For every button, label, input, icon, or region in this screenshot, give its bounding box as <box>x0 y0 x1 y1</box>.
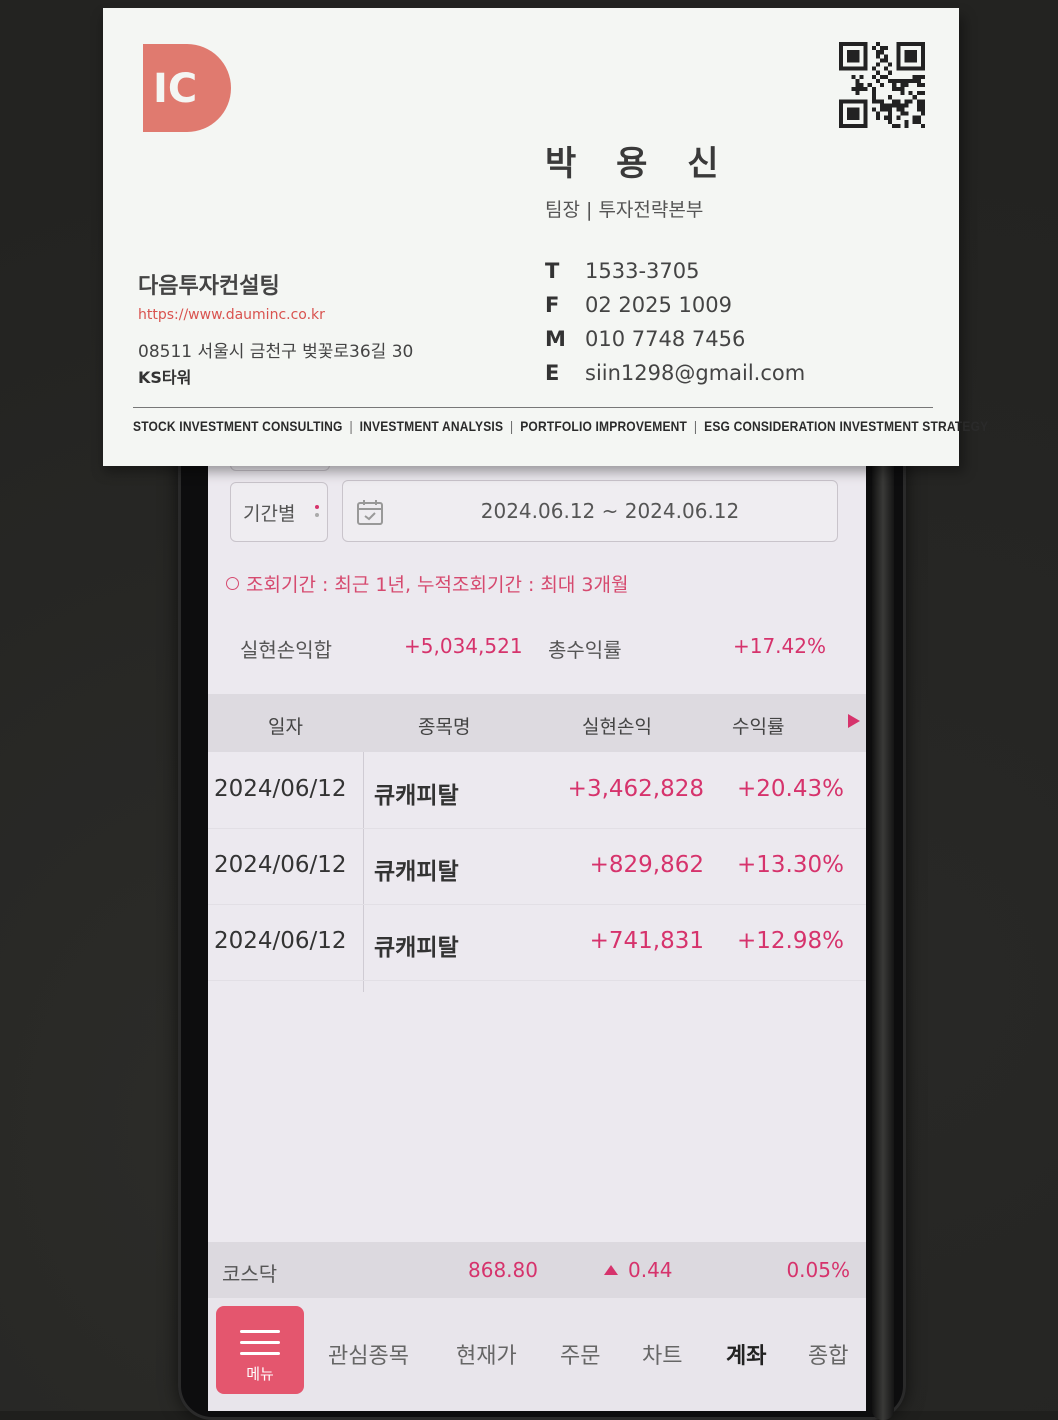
period-select-label: 기간별 <box>243 502 296 525</box>
date-range-text: 2024.06.12 ~ 2024.06.12 <box>480 499 740 523</box>
menu-label: 메뉴 <box>246 1365 274 1383</box>
info-icon <box>226 577 239 590</box>
up-triangle-icon <box>604 1265 618 1275</box>
company-name: 다음투자컨설팅 <box>138 274 280 299</box>
contact-value: 010 7748 7456 <box>585 327 746 351</box>
index-change-pct: 0.05% <box>786 1258 850 1282</box>
tagline-separator: | <box>349 418 353 434</box>
phone-side-edge <box>872 440 894 1420</box>
table-header: 일자 종목명 실현손익 수익률 <box>208 694 866 752</box>
contact-fax: F 02 2025 1009 <box>545 288 805 322</box>
bottom-nav: 메뉴 관심종목 현재가 주문 차트 계좌 종합 <box>208 1298 866 1411</box>
row-date: 2024/06/12 <box>214 852 347 878</box>
header-date: 일자 <box>268 716 303 738</box>
table-row[interactable]: 2024/06/12 큐캐피탈 +3,462,828 +20.43% <box>208 752 866 829</box>
contact-value: 1533-3705 <box>585 259 700 283</box>
tagline-item: STOCK INVESTMENT CONSULTING <box>133 418 343 434</box>
menu-button[interactable]: 메뉴 <box>216 1306 304 1394</box>
company-address: 08511 서울시 금천구 벚꽃로36길 30 <box>138 342 414 362</box>
row-stock: 큐캐피탈 <box>374 859 459 885</box>
business-card: IC 박 용 신 팀장 | 투자전략본부 다음투자컨설팅 https://www… <box>103 8 988 466</box>
tagline-item: ESG CONSIDERATION INVESTMENT STRATEGY <box>704 418 989 434</box>
row-return: +13.30% <box>737 852 844 878</box>
contact-value: siin1298@gmail.com <box>585 361 806 385</box>
header-realized-pl: 실현손익 <box>582 716 652 738</box>
row-return: +20.43% <box>737 776 844 802</box>
company-building: KS타워 <box>138 368 192 387</box>
table-row[interactable]: 2024/06/12 큐캐피탈 +741,831 +12.98% <box>208 904 866 981</box>
nav-watchlist[interactable]: 관심종목 <box>328 1338 409 1370</box>
realized-sum-label: 실현손익합 <box>240 638 332 662</box>
total-return-label: 총수익률 <box>548 638 622 662</box>
header-return: 수익률 <box>732 716 785 738</box>
person-name: 박 용 신 <box>545 144 733 184</box>
total-return-value: +17.42% <box>732 634 826 658</box>
contact-label: T <box>545 259 560 283</box>
contact-email: E siin1298@gmail.com <box>545 356 805 390</box>
phone-screen: 기간별 2024.06.12 ~ 2024.06.12 조회기간 : 최근 1년… <box>208 430 866 1411</box>
tagline-item: PORTFOLIO IMPROVEMENT <box>520 418 688 434</box>
notice-label: 조회기간 : 최근 1년, 누적조회기간 : 최대 3개월 <box>246 574 629 596</box>
card-tagline: STOCK INVESTMENT CONSULTING | INVESTMENT… <box>133 418 988 434</box>
contact-phone: T 1533-3705 <box>545 254 805 288</box>
table-row[interactable]: 2024/06/12 큐캐피탈 +829,862 +13.30% <box>208 828 866 905</box>
index-value: 868.80 <box>468 1258 538 1282</box>
index-ticker[interactable]: 코스닥 868.80 0.44 0.05% <box>208 1242 866 1298</box>
row-date: 2024/06/12 <box>214 928 347 954</box>
tagline-separator: | <box>693 418 698 434</box>
index-name: 코스닥 <box>222 1262 278 1286</box>
period-dots-icon <box>315 505 319 521</box>
header-stock: 종목명 <box>418 716 471 738</box>
contact-mobile: M 010 7748 7456 <box>545 322 805 356</box>
nav-current-price[interactable]: 현재가 <box>456 1338 517 1370</box>
scroll-right-arrow-icon[interactable] <box>848 714 860 728</box>
company-logo: IC <box>143 44 231 132</box>
period-select[interactable]: 기간별 <box>230 482 328 542</box>
row-date: 2024/06/12 <box>214 776 347 802</box>
summary-row: 실현손익합 +5,034,521 총수익률 +17.42% <box>208 620 866 676</box>
row-stock: 큐캐피탈 <box>374 935 459 961</box>
tagline-item: INVESTMENT ANALYSIS <box>359 418 504 434</box>
nav-chart[interactable]: 차트 <box>642 1338 682 1370</box>
contact-list: T 1533-3705 F 02 2025 1009 M 010 7748 74… <box>545 254 805 390</box>
contact-value: 02 2025 1009 <box>585 293 732 317</box>
index-change: 0.44 <box>628 1258 673 1282</box>
row-realized-pl: +741,831 <box>589 928 704 954</box>
contact-label: F <box>545 293 560 317</box>
tagline-separator: | <box>510 418 514 434</box>
qr-code-icon <box>839 42 925 128</box>
row-stock: 큐캐피탈 <box>374 783 459 809</box>
hamburger-icon <box>240 1330 280 1363</box>
contact-label: E <box>545 361 560 385</box>
row-realized-pl: +3,462,828 <box>567 776 704 802</box>
nav-overview[interactable]: 종합 <box>808 1338 848 1370</box>
nav-account[interactable]: 계좌 <box>726 1338 766 1370</box>
company-url: https://www.dauminc.co.kr <box>138 307 325 323</box>
row-realized-pl: +829,862 <box>589 852 704 878</box>
row-return: +12.98% <box>737 928 844 954</box>
logo-text: IC <box>153 66 197 112</box>
person-title: 팀장 | 투자전략본부 <box>545 199 704 221</box>
contact-label: M <box>545 327 566 351</box>
nav-order[interactable]: 주문 <box>560 1338 600 1370</box>
card-divider <box>133 407 933 408</box>
notice-text: 조회기간 : 최근 1년, 누적조회기간 : 최대 3개월 <box>226 570 628 597</box>
realized-sum-value: +5,034,521 <box>404 634 523 658</box>
date-range-field[interactable]: 2024.06.12 ~ 2024.06.12 <box>342 480 838 542</box>
